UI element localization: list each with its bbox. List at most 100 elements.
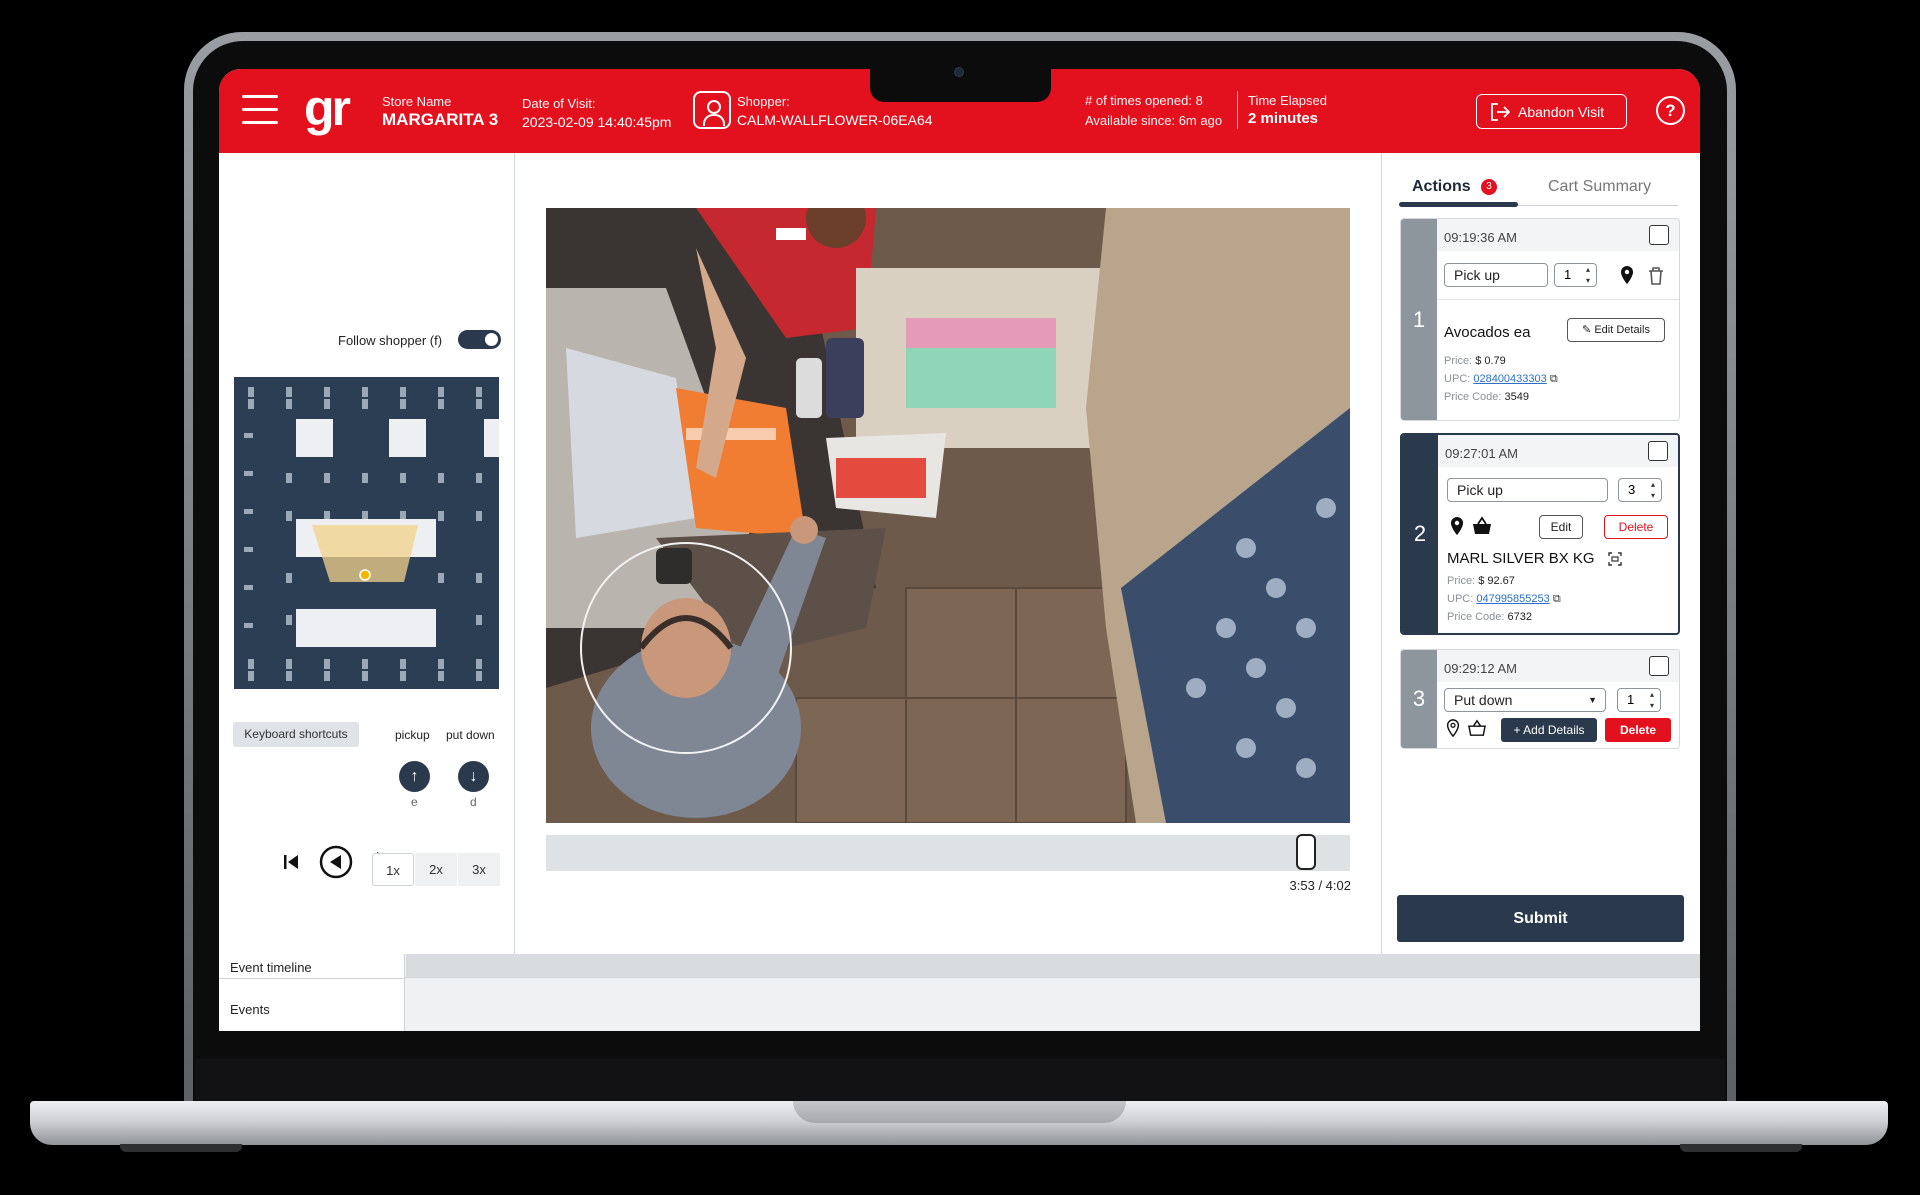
video-scrub-track[interactable] <box>546 835 1350 871</box>
follow-shopper-toggle[interactable] <box>458 330 501 349</box>
price-value: $ 0.79 <box>1475 355 1506 367</box>
caret-down-icon: ▼ <box>1588 695 1597 705</box>
quantity-stepper[interactable]: 3 <box>1618 478 1662 502</box>
exit-icon <box>1491 102 1510 121</box>
action-time: 09:19:36 AM <box>1444 230 1517 245</box>
price-code-value: 6732 <box>1507 611 1533 623</box>
action-card[interactable]: 1 09:19:36 AM Pick up 1 Avocados ea ✎ Ed… <box>1400 218 1680 421</box>
laptop-foot <box>1680 1144 1802 1152</box>
upc-label: UPC: <box>1447 593 1474 605</box>
action-number: 1 <box>1401 219 1437 420</box>
delete-button[interactable]: Delete <box>1605 718 1671 742</box>
app-screen: gr Store Name MARGARITA 3 Date of Visit:… <box>219 69 1700 1031</box>
app-logo: gr <box>304 80 351 136</box>
action-type-select[interactable]: Pick up <box>1444 263 1548 287</box>
action-checkbox[interactable] <box>1648 441 1668 461</box>
abandon-visit-label: Abandon Visit <box>1518 103 1605 120</box>
price-value: $ 92.67 <box>1478 575 1515 587</box>
store-name-label: Store Name <box>382 94 452 109</box>
price-code-label: Price Code: <box>1447 611 1505 623</box>
upc-link[interactable]: 047995855253 <box>1476 593 1549 605</box>
skip-to-start-icon[interactable] <box>281 852 301 872</box>
time-elapsed-label: Time Elapsed <box>1248 93 1327 108</box>
product-price-code: Price Code: 6732 <box>1447 611 1532 623</box>
product-price-code: Price Code: 3549 <box>1444 391 1529 403</box>
laptop-base-notch <box>793 1101 1126 1123</box>
follow-shopper-label: Follow shopper (f) <box>338 333 443 348</box>
tab-divider <box>1518 205 1678 206</box>
external-link-icon[interactable]: ⧉ <box>1553 593 1561 605</box>
product-price: Price: $ 92.67 <box>1447 575 1515 587</box>
action-type-select[interactable]: Pick up <box>1447 478 1608 502</box>
external-link-icon[interactable]: ⧉ <box>1550 373 1558 385</box>
visit-date-label: Date of Visit: <box>522 96 596 111</box>
upc-label: UPC: <box>1444 373 1471 385</box>
step-back-icon[interactable] <box>319 845 353 879</box>
action-card[interactable]: 3 09:29:12 AM Put down▼ 1 + Add Details … <box>1400 649 1680 749</box>
arrow-down-icon[interactable]: ↓ <box>458 761 489 792</box>
event-timeline: Event timeline Events <box>219 954 1700 1031</box>
delete-button[interactable]: Delete <box>1604 515 1668 539</box>
submit-button[interactable]: Submit <box>1397 895 1684 942</box>
card-divider <box>1437 299 1679 300</box>
time-elapsed-value: 2 minutes <box>1248 110 1319 127</box>
location-pin-icon[interactable] <box>1444 719 1462 737</box>
edit-button[interactable]: Edit <box>1539 515 1583 539</box>
help-icon[interactable]: ? <box>1656 96 1685 125</box>
action-type-value: Put down <box>1454 692 1513 708</box>
putdown-shortcut-key: d <box>470 795 477 809</box>
pickup-shortcut-key: e <box>411 795 418 809</box>
action-number: 3 <box>1401 650 1437 748</box>
available-since: Available since: 6m ago <box>1085 113 1223 128</box>
edit-details-button[interactable]: ✎ Edit Details <box>1567 318 1665 342</box>
quantity-stepper[interactable]: 1 <box>1554 263 1597 287</box>
visit-date-value: 2023-02-09 14:40:45pm <box>522 114 672 130</box>
product-upc: UPC: 028400433303 ⧉ <box>1444 373 1558 386</box>
product-name: Avocados ea <box>1444 324 1531 341</box>
action-type-select[interactable]: Put down ▼ <box>1444 688 1606 712</box>
tab-cart-summary[interactable]: Cart Summary <box>1548 178 1651 196</box>
basket-icon[interactable] <box>1467 719 1487 737</box>
product-price: Price: $ 0.79 <box>1444 355 1506 367</box>
tab-actions[interactable]: Actions <box>1412 178 1471 196</box>
abandon-visit-button[interactable]: Abandon Visit <box>1476 94 1627 129</box>
basket-icon[interactable] <box>1471 516 1493 536</box>
quantity-stepper[interactable]: 1 <box>1617 688 1661 712</box>
action-time: 09:27:01 AM <box>1445 446 1518 461</box>
location-pin-icon[interactable] <box>1447 516 1467 536</box>
scan-icon[interactable] <box>1608 552 1622 566</box>
laptop-mockup: gr Store Name MARGARITA 3 Date of Visit:… <box>0 0 1920 1195</box>
upc-link[interactable]: 028400433303 <box>1473 373 1546 385</box>
shopper-label: Shopper: <box>737 94 790 109</box>
price-code-value: 3549 <box>1504 391 1530 403</box>
header-divider <box>1237 91 1238 129</box>
action-checkbox[interactable] <box>1649 656 1669 676</box>
event-timeline-row <box>219 954 1700 978</box>
add-details-button[interactable]: + Add Details <box>1501 718 1597 742</box>
pickup-shortcut-label: pickup <box>395 728 430 742</box>
camera-video-feed[interactable] <box>546 208 1350 823</box>
hamburger-menu-icon[interactable] <box>242 95 278 125</box>
speed-3x-button[interactable]: 3x <box>458 853 500 886</box>
events-label: Events <box>230 1002 270 1017</box>
action-card-selected[interactable]: 2 09:27:01 AM Pick up 3 Edit Delete MARL… <box>1400 433 1680 635</box>
video-scrub-handle[interactable] <box>1296 834 1317 870</box>
price-label: Price: <box>1447 575 1476 587</box>
store-name-value: MARGARITA 3 <box>382 110 499 129</box>
keyboard-shortcuts-button[interactable]: Keyboard shortcuts <box>233 722 359 747</box>
webcam-icon <box>954 67 964 77</box>
speed-1x-button[interactable]: 1x <box>372 853 414 886</box>
price-code-label: Price Code: <box>1444 391 1502 403</box>
arrow-up-icon[interactable]: ↑ <box>399 761 430 792</box>
left-panel: Follow shopper (f) Keyboard shortcuts pi… <box>219 153 515 954</box>
store-map[interactable] <box>234 377 499 689</box>
active-tab-indicator <box>1399 202 1518 207</box>
action-checkbox[interactable] <box>1649 225 1669 245</box>
trash-icon[interactable] <box>1647 266 1665 286</box>
laptop-foot <box>120 1144 242 1152</box>
shopper-value: CALM-WALLFLOWER-06EA64 <box>737 112 933 128</box>
store-camera-frame <box>546 208 1350 823</box>
product-upc: UPC: 047995855253 ⧉ <box>1447 593 1561 606</box>
speed-2x-button[interactable]: 2x <box>415 853 457 886</box>
location-pin-icon[interactable] <box>1617 265 1637 285</box>
